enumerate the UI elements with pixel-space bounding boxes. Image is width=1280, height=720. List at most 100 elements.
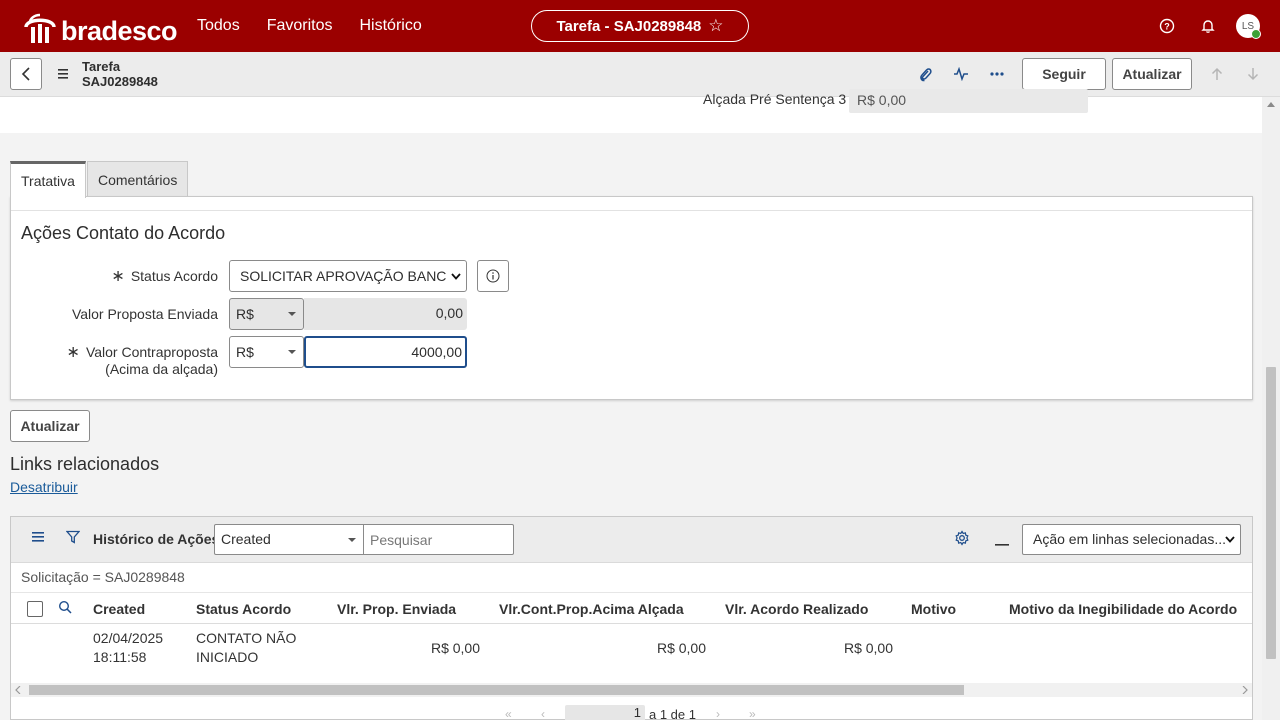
info-icon <box>486 269 500 283</box>
back-button[interactable] <box>10 58 42 90</box>
contraproposta-currency-select[interactable]: R$ <box>229 336 304 368</box>
record-header: Tarefa SAJ0289848 Seguir Atualizar <box>0 52 1280 97</box>
scroll-up-icon <box>1267 102 1275 107</box>
update-form-button[interactable]: Atualizar <box>10 410 90 442</box>
follow-button[interactable]: Seguir <box>1022 58 1106 90</box>
nav-todos[interactable]: Todos <box>197 17 240 35</box>
info-button[interactable] <box>477 260 509 292</box>
proposta-currency: R$ <box>236 306 254 322</box>
cell-acordo-realizado: R$ 0,00 <box>843 640 893 656</box>
unassign-link[interactable]: Desatribuir <box>10 479 78 495</box>
record-title: Tarefa SAJ0289848 <box>82 59 158 89</box>
action-history-list: Histórico de Ações Created Ação em linha… <box>10 516 1253 720</box>
page-number-input[interactable]: 1 <box>565 705 645 720</box>
filter-breadcrumb[interactable]: Solicitação = SAJ0289848 <box>21 569 185 585</box>
main-nav: Todos Favoritos Histórico <box>197 0 422 52</box>
status-acordo-label-text: Status Acordo <box>130 268 218 284</box>
search-column-select[interactable]: Created <box>214 524 364 555</box>
created-time: 18:11:58 <box>93 649 147 665</box>
panel-top-strip <box>11 197 1252 211</box>
tratativa-panel: Ações Contato do Acordo ∗ Status Acordo S… <box>10 196 1253 400</box>
column-search-icon[interactable] <box>58 600 72 617</box>
context-menu-icon[interactable] <box>56 67 70 83</box>
prev-page-icon[interactable]: ‹ <box>541 707 545 720</box>
select-all-checkbox[interactable] <box>27 601 43 617</box>
chevron-left-icon <box>21 67 30 81</box>
search-column-value: Created <box>221 531 271 547</box>
help-icon[interactable]: ? <box>1155 14 1179 38</box>
arrow-up-icon[interactable] <box>1206 63 1228 85</box>
record-type: Tarefa <box>82 59 121 74</box>
cell-cont-prop: R$ 0,00 <box>656 640 706 656</box>
caret-down-icon <box>348 538 356 542</box>
update-header-button[interactable]: Atualizar <box>1112 58 1192 90</box>
nav-historico[interactable]: Histórico <box>360 17 422 35</box>
brand-name: bradesco <box>61 16 178 46</box>
filter-icon[interactable] <box>65 530 81 547</box>
activity-pulse-icon[interactable] <box>950 63 972 85</box>
column-header-cont-prop[interactable]: Vlr.Cont.Prop.Acima Alçada <box>499 601 684 617</box>
current-record-pill[interactable]: Tarefa - SAJ0289848 ☆ <box>531 10 749 42</box>
page-scrollbar[interactable] <box>1262 97 1280 720</box>
horizontal-scrollbar[interactable] <box>11 683 1252 697</box>
alcada-value-field: R$ 0,00 <box>849 89 1088 113</box>
nav-favoritos[interactable]: Favoritos <box>267 17 333 35</box>
list-title: Histórico de Ações <box>93 531 220 547</box>
cell-created[interactable]: 02/04/2025 18:11:58 <box>93 629 163 667</box>
scroll-left-icon <box>15 686 21 694</box>
bradesco-tree-icon <box>22 13 58 45</box>
last-page-icon[interactable]: » <box>749 707 756 720</box>
settings-gear-icon[interactable] <box>954 530 970 549</box>
bell-icon[interactable] <box>1196 14 1220 38</box>
tab-comentarios[interactable]: Comentários <box>86 161 189 197</box>
status-line2: INICIADO <box>196 649 259 665</box>
column-header-status[interactable]: Status Acordo <box>196 601 291 617</box>
contraproposta-label-line2: (Acima da alçada) <box>105 361 218 377</box>
collapse-minus-icon[interactable] <box>995 534 1009 550</box>
user-avatar[interactable]: LS <box>1236 14 1261 39</box>
record-number: SAJ0289848 <box>82 74 158 89</box>
more-options-icon[interactable] <box>986 63 1008 85</box>
horizontal-scrollbar-thumb[interactable] <box>29 685 964 695</box>
header-actions: Seguir Atualizar <box>914 58 1264 90</box>
section-title: Ações Contato do Acordo <box>21 223 226 243</box>
proposta-value-field: 0,00 <box>304 298 467 330</box>
status-line1: CONTATO NÃO <box>196 630 297 646</box>
scrollbar-thumb[interactable] <box>1266 367 1276 659</box>
form-top-section: Alçada Pré Sentença 3 R$ 0,00 <box>0 89 1262 133</box>
section-tabs: Tratativa Comentários <box>10 161 189 198</box>
column-header-motivo-inegibilidade[interactable]: Motivo da Inegibilidade do Acordo <box>1009 601 1237 617</box>
pagination: « ‹ 1 a 1 de 1 › » <box>11 703 1252 720</box>
related-links-title: Links relacionados <box>10 454 160 474</box>
bradesco-logo[interactable]: bradesco <box>22 10 178 47</box>
favorite-star-icon[interactable]: ☆ <box>708 16 723 36</box>
status-acordo-select[interactable]: SOLICITAR APROVAÇÃO BANCO <box>229 260 467 292</box>
table-row[interactable]: 02/04/2025 18:11:58 CONTATO NÃO INICIADO… <box>11 624 1252 680</box>
column-header-created[interactable]: Created <box>93 601 145 617</box>
list-search-input[interactable] <box>364 524 514 555</box>
list-toolbar: Histórico de Ações Created Ação em linha… <box>11 517 1252 563</box>
cell-status: CONTATO NÃO INICIADO <box>196 629 296 667</box>
avatar-initials: LS <box>1241 20 1255 32</box>
contraproposta-label-line1: Valor Contraproposta <box>85 344 218 360</box>
chevron-down-icon <box>447 261 461 291</box>
tab-tratativa[interactable]: Tratativa <box>10 161 86 198</box>
column-header-prop-enviada[interactable]: Vlr. Prop. Enviada <box>337 601 456 617</box>
caret-down-icon <box>288 350 296 354</box>
proposta-label: Valor Proposta Enviada <box>71 306 218 322</box>
list-menu-icon[interactable] <box>31 530 45 546</box>
required-asterisk-icon: ∗ <box>111 268 125 285</box>
contraproposta-value-input[interactable]: 4000,00 <box>304 336 467 368</box>
svg-text:?: ? <box>1164 22 1170 32</box>
record-pill-label: Tarefa - SAJ0289848 <box>556 17 702 35</box>
status-acordo-value: SOLICITAR APROVAÇÃO BANCO <box>240 268 458 284</box>
created-date: 02/04/2025 <box>93 630 164 646</box>
arrow-down-icon[interactable] <box>1242 63 1264 85</box>
contraproposta-currency: R$ <box>236 344 254 360</box>
column-header-motivo[interactable]: Motivo <box>911 601 956 617</box>
column-header-acordo-realizado[interactable]: Vlr. Acordo Realizado <box>725 601 868 617</box>
next-page-icon[interactable]: › <box>716 707 720 720</box>
bulk-action-select[interactable]: Ação em linhas selecionadas... <box>1022 524 1241 555</box>
paperclip-icon[interactable] <box>914 63 936 85</box>
first-page-icon[interactable]: « <box>505 707 512 720</box>
